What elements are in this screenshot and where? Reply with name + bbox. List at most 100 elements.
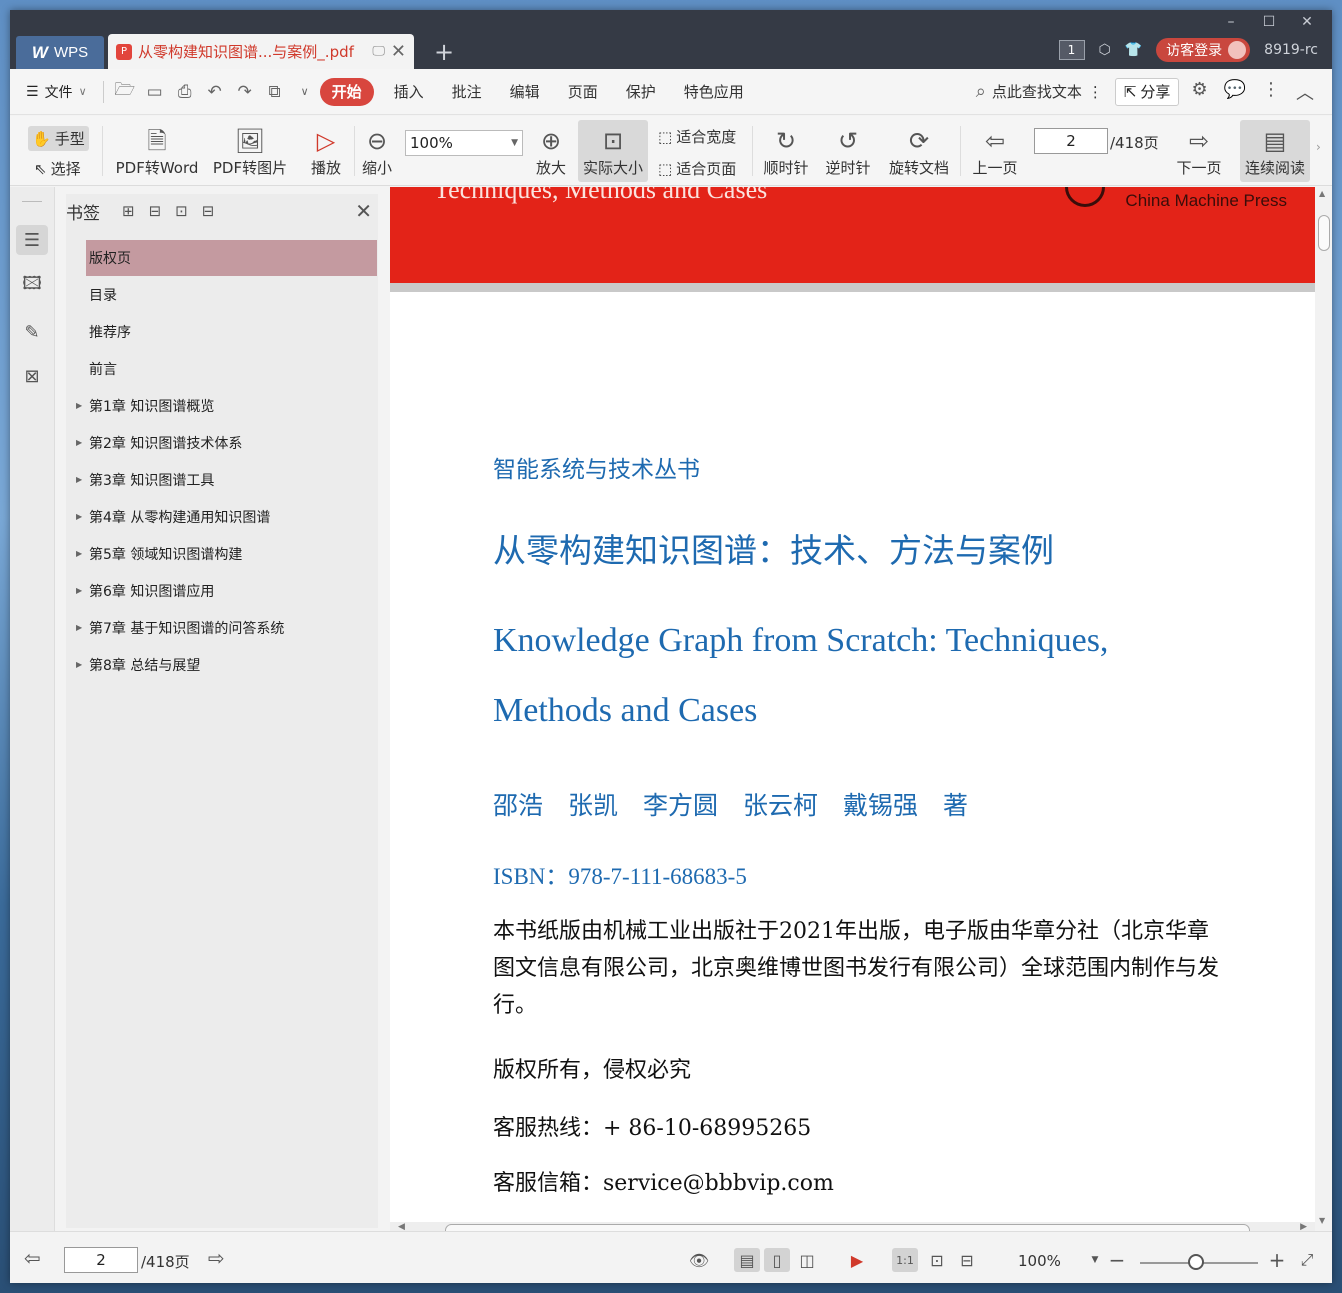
bookmark-item[interactable]: ▶ 第1章 知识图谱概览 bbox=[66, 387, 378, 424]
more-dropdown-icon[interactable]: ∨ bbox=[290, 85, 320, 98]
fit-page-icon[interactable]: ⊡ bbox=[924, 1248, 950, 1272]
share-button[interactable]: ⇱ 分享 bbox=[1114, 77, 1180, 106]
bookmark-item[interactable]: ▶ 第5章 领域知识图谱构建 bbox=[66, 535, 378, 572]
scroll-down-icon[interactable]: ▼ bbox=[1319, 1216, 1325, 1225]
bookmark-item[interactable]: 版权页 bbox=[86, 240, 377, 276]
document-viewport[interactable]: Techniques, Methods and Cases China Mach… bbox=[390, 187, 1332, 1231]
expand-triangle-icon[interactable]: ▶ bbox=[76, 623, 82, 632]
expand-triangle-icon[interactable]: ▶ bbox=[76, 512, 82, 521]
bookmark-item[interactable]: ▶ 第3章 知识图谱工具 bbox=[66, 461, 378, 498]
tab-insert[interactable]: 插入 bbox=[380, 78, 438, 106]
bookmark-item[interactable]: 推荐序 bbox=[66, 313, 378, 350]
page-number-input[interactable]: 2 bbox=[1034, 128, 1108, 154]
actual-size-icon[interactable]: 1:1 bbox=[892, 1248, 918, 1272]
skin-icon[interactable]: ⬡ bbox=[1099, 42, 1111, 58]
tab-features[interactable]: 特色应用 bbox=[670, 78, 758, 106]
redo-icon[interactable]: ↷ bbox=[230, 82, 260, 102]
expand-triangle-icon[interactable]: ▶ bbox=[76, 438, 82, 447]
bookmark-item[interactable]: ▶ 第6章 知识图谱应用 bbox=[66, 572, 378, 609]
open-folder-icon[interactable]: 🗁 bbox=[110, 77, 140, 106]
document-tab[interactable]: P 从零构建知识图谱...与案例_.pdf 🖵 ✕ bbox=[108, 34, 414, 69]
bookmark-item[interactable]: 前言 bbox=[66, 350, 378, 387]
prev-page-button[interactable]: ⇦ 上一页 bbox=[968, 120, 1022, 182]
play-button[interactable]: ▷ 播放 bbox=[304, 120, 348, 182]
close-tab-button[interactable]: ✕ bbox=[391, 41, 406, 62]
minimize-button[interactable]: – bbox=[1212, 12, 1250, 32]
ribbon-scroll-right-icon[interactable]: › bbox=[1316, 140, 1321, 154]
window-count-badge[interactable]: 1 bbox=[1058, 40, 1085, 60]
tab-edit[interactable]: 编辑 bbox=[496, 78, 554, 106]
comment-icon[interactable]: 💬 bbox=[1224, 79, 1246, 105]
new-tab-button[interactable]: + bbox=[434, 38, 454, 66]
file-menu[interactable]: ☰ 文件 ∨ bbox=[26, 82, 97, 102]
thumbnail-panel-icon[interactable]: 🖾 bbox=[16, 271, 48, 301]
bookmark-item[interactable]: ▶ 第8章 总结与展望 bbox=[66, 646, 378, 683]
find-text-search[interactable]: ⌕ 点此查找文本 ⋮ bbox=[976, 81, 1103, 102]
tab-page[interactable]: 页面 bbox=[554, 78, 612, 106]
annotation-panel-icon[interactable]: ✎ bbox=[16, 317, 48, 347]
undo-icon[interactable]: ↶ bbox=[200, 82, 230, 102]
login-button[interactable]: 访客登录 bbox=[1156, 38, 1251, 62]
gear-icon[interactable]: ⚙ bbox=[1191, 79, 1207, 105]
image-panel-icon[interactable]: ⊠ bbox=[16, 361, 48, 391]
bookmark-panel-icon[interactable]: ☰ bbox=[16, 225, 48, 255]
scroll-left-icon[interactable]: ◀ bbox=[398, 1222, 405, 1231]
save-icon[interactable]: ▭ bbox=[140, 82, 170, 102]
maximize-button[interactable]: ☐ bbox=[1250, 12, 1288, 32]
more-vertical-icon[interactable]: ⋮ bbox=[1088, 83, 1103, 101]
vertical-scrollbar[interactable]: ▲ ▼ bbox=[1315, 187, 1332, 1231]
export-icon[interactable]: ⧉ bbox=[260, 82, 290, 102]
next-page-icon[interactable]: ⇨ bbox=[208, 1246, 225, 1270]
single-page-icon[interactable]: ▯ bbox=[764, 1248, 790, 1272]
vertical-scroll-thumb[interactable] bbox=[1318, 215, 1330, 251]
fit-width-button[interactable]: ⬚ 适合宽度 bbox=[658, 126, 736, 147]
print-icon[interactable]: ⎙ bbox=[170, 82, 200, 102]
shirt-icon[interactable]: 👕 bbox=[1125, 42, 1142, 58]
continuous-reading-button[interactable]: ▤ 连续阅读 bbox=[1240, 120, 1310, 182]
fullscreen-icon[interactable]: ⤢ bbox=[1294, 1248, 1320, 1272]
zoom-out-button[interactable]: ⊖ 缩小 bbox=[358, 120, 396, 182]
collapse-ribbon-icon[interactable]: ︿ bbox=[1296, 79, 1314, 105]
prev-page-icon[interactable]: ⇦ bbox=[24, 1246, 41, 1270]
rotate-document-button[interactable]: ⟳ 旋转文档 bbox=[884, 120, 954, 182]
fit-page-button[interactable]: ⬚ 适合页面 bbox=[658, 158, 736, 179]
expand-triangle-icon[interactable]: ▶ bbox=[76, 401, 82, 410]
expand-bookmarks-icon[interactable]: ⊡ bbox=[175, 202, 188, 220]
scroll-up-icon[interactable]: ▲ bbox=[1319, 189, 1325, 198]
zoom-in-icon[interactable]: + bbox=[1264, 1248, 1290, 1272]
fit-width-icon[interactable]: ⊟ bbox=[954, 1248, 980, 1272]
pdf-to-image-button[interactable]: 🖼 PDF转图片 bbox=[206, 120, 294, 182]
more-options-icon[interactable]: ⋮ bbox=[1262, 79, 1280, 105]
eye-protection-icon[interactable]: 👁 bbox=[686, 1248, 712, 1272]
rotate-clockwise-button[interactable]: ↻ 顺时针 bbox=[758, 120, 814, 182]
close-window-button[interactable]: ✕ bbox=[1288, 12, 1326, 32]
expand-triangle-icon[interactable]: ▶ bbox=[76, 549, 82, 558]
play-icon[interactable]: ▶ bbox=[844, 1248, 870, 1272]
two-page-icon[interactable]: ◫ bbox=[794, 1248, 820, 1272]
next-page-button[interactable]: ⇨ 下一页 bbox=[1170, 120, 1228, 182]
bookmark-item[interactable]: ▶ 第7章 基于知识图谱的问答系统 bbox=[66, 609, 378, 646]
status-page-input[interactable]: 2 bbox=[64, 1247, 138, 1273]
continuous-view-icon[interactable]: ▤ bbox=[734, 1248, 760, 1272]
bookmark-item[interactable]: ▶ 第4章 从零构建通用知识图谱 bbox=[66, 498, 378, 535]
horizontal-scroll-thumb[interactable] bbox=[445, 1224, 1250, 1231]
hand-tool[interactable]: ✋ 手型 bbox=[28, 126, 89, 151]
add-bookmark-icon[interactable]: ⊞ bbox=[122, 202, 135, 220]
tab-annotate[interactable]: 批注 bbox=[438, 78, 496, 106]
tab-home[interactable]: 开始 bbox=[319, 77, 374, 106]
expand-triangle-icon[interactable]: ▶ bbox=[76, 586, 82, 595]
close-panel-icon[interactable]: ✕ bbox=[355, 199, 372, 223]
zoom-slider-handle[interactable] bbox=[1188, 1254, 1204, 1270]
wps-home-tab[interactable]: W WPS bbox=[16, 36, 104, 69]
rotate-counterclockwise-button[interactable]: ↺ 逆时针 bbox=[820, 120, 876, 182]
zoom-out-icon[interactable]: − bbox=[1104, 1248, 1130, 1272]
tab-protect[interactable]: 保护 bbox=[612, 78, 670, 106]
bookmark-options-icon[interactable]: ⊟ bbox=[202, 202, 215, 220]
zoom-in-button[interactable]: ⊕ 放大 bbox=[532, 120, 570, 182]
zoom-select[interactable]: 100% ▼ bbox=[405, 130, 523, 156]
collapse-bookmarks-icon[interactable]: ⊟ bbox=[149, 202, 162, 220]
actual-size-button[interactable]: ⊡ 实际大小 bbox=[578, 120, 648, 182]
bookmark-item[interactable]: 目录 bbox=[66, 276, 378, 313]
expand-triangle-icon[interactable]: ▶ bbox=[76, 475, 82, 484]
expand-triangle-icon[interactable]: ▶ bbox=[76, 660, 82, 669]
